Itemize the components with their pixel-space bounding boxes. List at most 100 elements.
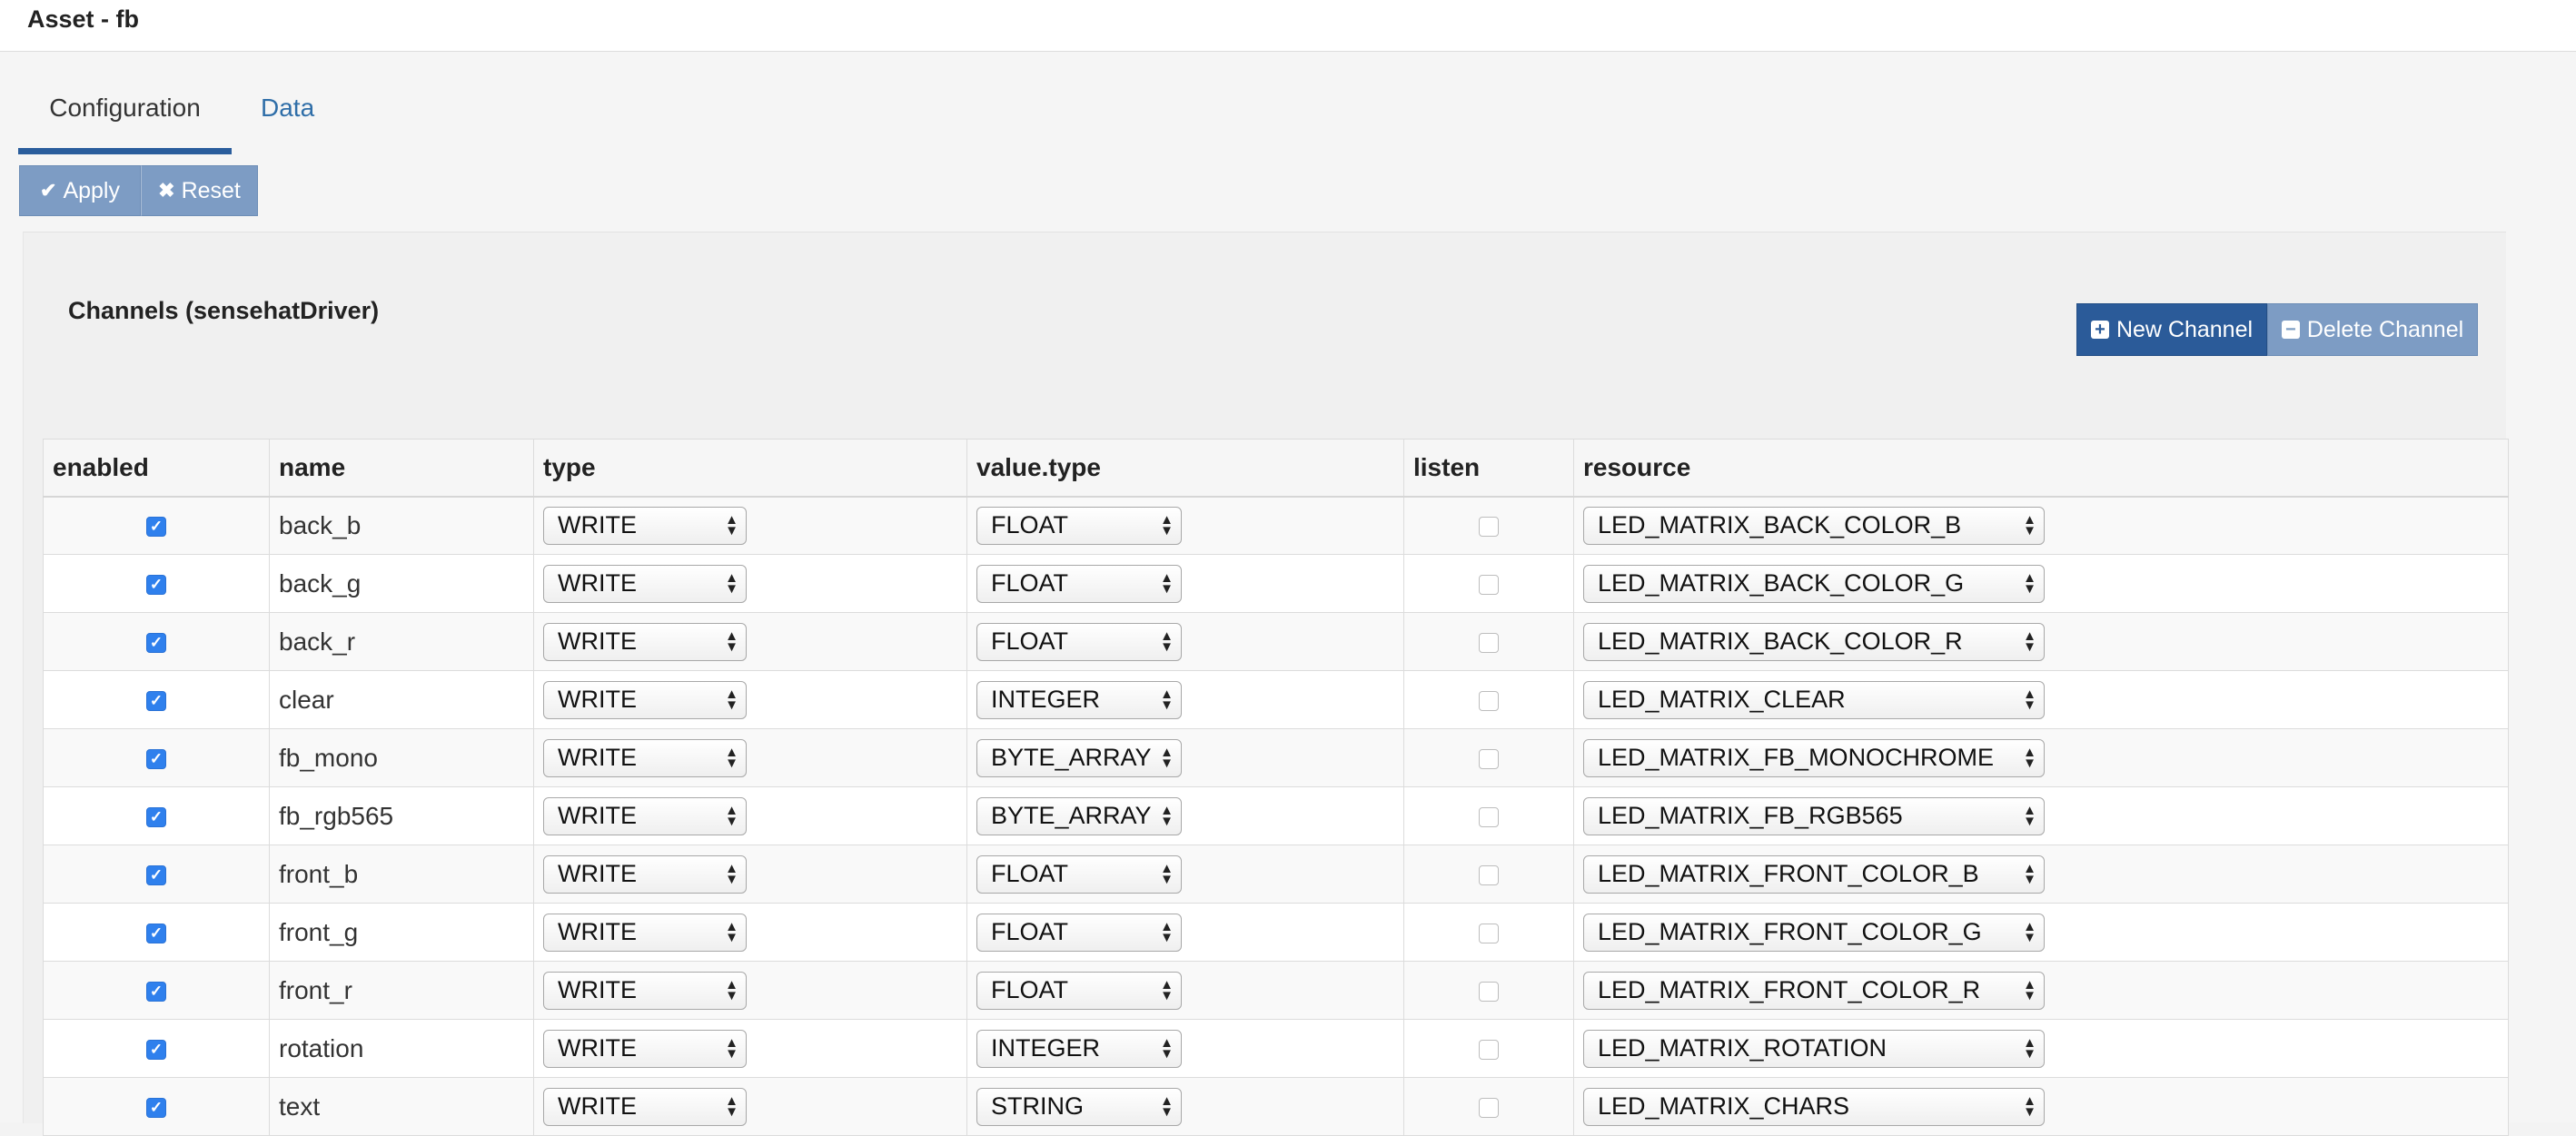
updown-arrows-icon: ▲ ▼ — [725, 686, 738, 713]
listen-checkbox[interactable] — [1479, 865, 1499, 886]
table-row: ✓ clear WRITE ▲ ▼ INTEGER ▲ ▼ LED_MATRIX_CLEAR ▲ ▼ — [43, 670, 2509, 729]
resource-select[interactable]: LED_MATRIX_FRONT_COLOR_G ▲ ▼ — [1583, 913, 2045, 952]
type-select-value: WRITE — [558, 1092, 637, 1120]
value-type-select[interactable]: STRING ▲ ▼ — [976, 1087, 1182, 1126]
new-channel-button[interactable]: + New Channel — [2076, 303, 2267, 356]
resource-cell: LED_MATRIX_CLEAR ▲ ▼ — [1573, 670, 2509, 729]
enabled-checkbox[interactable]: ✓ — [146, 575, 166, 596]
resource-select[interactable]: LED_MATRIX_CLEAR ▲ ▼ — [1583, 680, 2045, 719]
type-cell: WRITE ▲ ▼ — [533, 670, 967, 729]
delete-channel-button[interactable]: − Delete Channel — [2267, 303, 2478, 356]
listen-checkbox[interactable] — [1479, 633, 1499, 654]
listen-checkbox[interactable] — [1479, 749, 1499, 770]
value-type-select[interactable]: BYTE_ARRAY ▲ ▼ — [976, 738, 1182, 777]
listen-checkbox[interactable] — [1479, 807, 1499, 828]
updown-arrows-icon: ▲ ▼ — [2023, 976, 2036, 1003]
value-type-select[interactable]: INTEGER ▲ ▼ — [976, 1029, 1182, 1068]
name-cell: back_b — [269, 496, 534, 555]
listen-cell — [1403, 1077, 1574, 1136]
value-type-select[interactable]: BYTE_ARRAY ▲ ▼ — [976, 796, 1182, 835]
enabled-cell: ✓ — [43, 670, 270, 729]
resource-select-value: LED_MATRIX_FRONT_COLOR_R — [1598, 976, 1981, 1003]
type-select[interactable]: WRITE ▲ ▼ — [543, 971, 747, 1010]
listen-cell — [1403, 903, 1574, 962]
column-header-value-type[interactable]: value.type — [966, 439, 1404, 498]
type-cell: WRITE ▲ ▼ — [533, 903, 967, 962]
listen-checkbox[interactable] — [1479, 517, 1499, 538]
reset-button[interactable]: ✖ Reset — [141, 165, 258, 216]
enabled-checkbox[interactable]: ✓ — [146, 924, 166, 944]
type-select[interactable]: WRITE ▲ ▼ — [543, 854, 747, 894]
resource-select-value: LED_MATRIX_BACK_COLOR_R — [1598, 627, 1963, 655]
enabled-checkbox[interactable]: ✓ — [146, 749, 166, 770]
resource-select[interactable]: LED_MATRIX_FRONT_COLOR_R ▲ ▼ — [1583, 971, 2045, 1010]
type-select-value: WRITE — [558, 1034, 637, 1062]
enabled-checkbox[interactable]: ✓ — [146, 807, 166, 828]
listen-cell — [1403, 786, 1574, 845]
name-cell: front_g — [269, 903, 534, 962]
resource-select[interactable]: LED_MATRIX_ROTATION ▲ ▼ — [1583, 1029, 2045, 1068]
resource-select[interactable]: LED_MATRIX_FRONT_COLOR_B ▲ ▼ — [1583, 854, 2045, 894]
listen-checkbox[interactable] — [1479, 575, 1499, 596]
value-type-select-value: INTEGER — [991, 686, 1101, 713]
resource-select[interactable]: LED_MATRIX_FB_MONOCHROME ▲ ▼ — [1583, 738, 2045, 777]
updown-arrows-icon: ▲ ▼ — [1160, 976, 1174, 1003]
enabled-checkbox[interactable]: ✓ — [146, 1098, 166, 1119]
type-select-value: WRITE — [558, 627, 637, 655]
resource-cell: LED_MATRIX_FB_RGB565 ▲ ▼ — [1573, 786, 2509, 845]
updown-arrows-icon: ▲ ▼ — [1160, 569, 1174, 597]
type-select[interactable]: WRITE ▲ ▼ — [543, 913, 747, 952]
resource-select[interactable]: LED_MATRIX_BACK_COLOR_R ▲ ▼ — [1583, 622, 2045, 661]
enabled-checkbox[interactable]: ✓ — [146, 633, 166, 654]
resource-select-value: LED_MATRIX_ROTATION — [1598, 1034, 1887, 1062]
type-select[interactable]: WRITE ▲ ▼ — [543, 1029, 747, 1068]
column-header-listen[interactable]: listen — [1403, 439, 1574, 498]
tab-configuration[interactable]: Configuration — [18, 88, 232, 154]
value-type-select[interactable]: FLOAT ▲ ▼ — [976, 971, 1182, 1010]
listen-checkbox[interactable] — [1479, 1098, 1499, 1119]
table-row: ✓ back_g WRITE ▲ ▼ FLOAT ▲ ▼ LED_MATRIX_BACK_COL… — [43, 554, 2509, 613]
enabled-checkbox[interactable]: ✓ — [146, 691, 166, 712]
listen-checkbox[interactable] — [1479, 924, 1499, 944]
enabled-checkbox[interactable]: ✓ — [146, 1040, 166, 1061]
panel-title: Channels (sensehatDriver) — [68, 297, 380, 324]
type-select[interactable]: WRITE ▲ ▼ — [543, 796, 747, 835]
listen-checkbox[interactable] — [1479, 1040, 1499, 1061]
resource-select-value: LED_MATRIX_BACK_COLOR_G — [1598, 569, 1965, 597]
enabled-checkbox[interactable]: ✓ — [146, 982, 166, 1003]
column-header-type[interactable]: type — [533, 439, 967, 498]
value-type-select[interactable]: INTEGER ▲ ▼ — [976, 680, 1182, 719]
enabled-cell: ✓ — [43, 903, 270, 962]
value-type-select[interactable]: FLOAT ▲ ▼ — [976, 854, 1182, 894]
value-type-select[interactable]: FLOAT ▲ ▼ — [976, 564, 1182, 603]
column-header-name[interactable]: name — [269, 439, 534, 498]
value-type-cell: BYTE_ARRAY ▲ ▼ — [966, 786, 1404, 845]
listen-checkbox[interactable] — [1479, 982, 1499, 1003]
enabled-cell: ✓ — [43, 786, 270, 845]
listen-checkbox[interactable] — [1479, 691, 1499, 712]
type-select[interactable]: WRITE ▲ ▼ — [543, 564, 747, 603]
resource-select-value: LED_MATRIX_FRONT_COLOR_B — [1598, 860, 1979, 887]
value-type-select[interactable]: FLOAT ▲ ▼ — [976, 913, 1182, 952]
enabled-checkbox[interactable]: ✓ — [146, 517, 166, 538]
type-select[interactable]: WRITE ▲ ▼ — [543, 1087, 747, 1126]
listen-cell — [1403, 1019, 1574, 1078]
resource-select[interactable]: LED_MATRIX_CHARS ▲ ▼ — [1583, 1087, 2045, 1126]
resource-select[interactable]: LED_MATRIX_FB_RGB565 ▲ ▼ — [1583, 796, 2045, 835]
column-header-enabled[interactable]: enabled — [43, 439, 270, 498]
resource-select[interactable]: LED_MATRIX_BACK_COLOR_B ▲ ▼ — [1583, 506, 2045, 545]
table-header-row: enabled name type value.type listen reso… — [43, 439, 2509, 498]
type-select[interactable]: WRITE ▲ ▼ — [543, 622, 747, 661]
type-select[interactable]: WRITE ▲ ▼ — [543, 680, 747, 719]
value-type-select[interactable]: FLOAT ▲ ▼ — [976, 622, 1182, 661]
type-select[interactable]: WRITE ▲ ▼ — [543, 506, 747, 545]
resource-select[interactable]: LED_MATRIX_BACK_COLOR_G ▲ ▼ — [1583, 564, 2045, 603]
type-select[interactable]: WRITE ▲ ▼ — [543, 738, 747, 777]
tab-data[interactable]: Data — [257, 88, 318, 148]
apply-button[interactable]: ✔ Apply — [19, 165, 141, 216]
column-header-resource[interactable]: resource — [1573, 439, 2509, 498]
enabled-checkbox[interactable]: ✓ — [146, 865, 166, 886]
value-type-cell: FLOAT ▲ ▼ — [966, 961, 1404, 1020]
value-type-select[interactable]: FLOAT ▲ ▼ — [976, 506, 1182, 545]
resource-cell: LED_MATRIX_FRONT_COLOR_G ▲ ▼ — [1573, 903, 2509, 962]
